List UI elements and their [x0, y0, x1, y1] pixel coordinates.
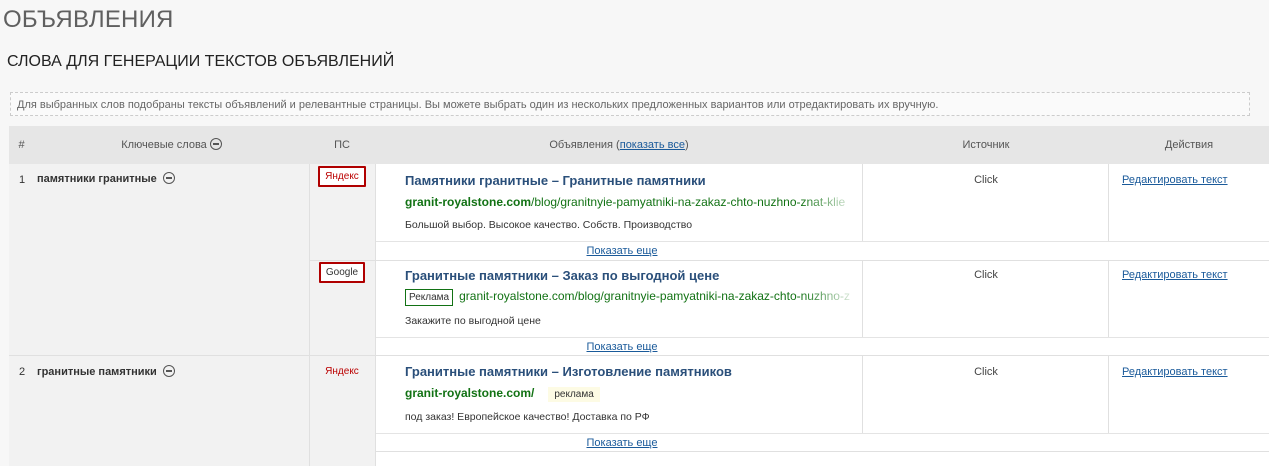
ad-2-1-url-domain: granit-royalstone.com/ [405, 386, 535, 400]
page-title: ОБЪЯВЛЕНИЯ [3, 6, 174, 33]
ad-1-1: Памятники гранитные – Гранитные памятник… [375, 164, 863, 241]
ad-1-1-edit-link[interactable]: Редактировать текст [1122, 174, 1228, 186]
ad-1-2-title[interactable]: Гранитные памятники – Заказ по выгодной … [405, 268, 719, 283]
ad-1-2-edit-link[interactable]: Редактировать текст [1122, 269, 1228, 281]
row-1-left [9, 164, 309, 355]
ad-1-1-more-link[interactable]: Показать еще [587, 245, 658, 257]
ad-1-1-url-domain: granit-royalstone.com [405, 195, 532, 209]
row-1-keyword: памятники гранитные [37, 172, 307, 192]
header-ps: ПС [309, 126, 375, 164]
row-1-num: 1 [19, 174, 26, 186]
ad-1-1-url-path: /blog/granitnyie-pamyatniki-na-zakaz-cht… [531, 195, 846, 209]
row-2-num: 2 [19, 366, 26, 378]
ad-1-1-url[interactable]: granit-royalstone.com/blog/granitnyie-pa… [405, 195, 860, 209]
ad-1-2-more-link[interactable]: Показать еще [587, 341, 658, 353]
header-ads-suffix: ) [684, 139, 689, 151]
ps-google-label-1: Google [318, 262, 366, 283]
ad-2-1-edit-link[interactable]: Редактировать текст [1122, 366, 1228, 378]
ad-2-1-tag: реклама [548, 387, 600, 402]
row-2-keyword-text: гранитные памятники [37, 366, 157, 378]
ad-1-2-source: Click [974, 269, 998, 281]
ad-1-2-desc: Закажите по выгодной цене [405, 315, 541, 327]
ps-yandex-1: Яндекс [309, 166, 375, 187]
header-keywords-label: Ключевые слова [121, 139, 207, 151]
ps-yandex-2: Яндекс [325, 366, 359, 377]
header-source: Источник [863, 126, 1109, 164]
ps-google-1: Google [309, 262, 375, 283]
ad-2-1-more: Показать еще [375, 433, 1269, 452]
header-ads-prefix: Объявления ( [549, 139, 620, 151]
ad-2-1: Гранитные памятники – Изготовление памят… [375, 356, 863, 433]
ad-1-2-badge: Реклама [405, 289, 454, 306]
ad-1-1-source: Click [974, 174, 998, 186]
ad-1-2: Гранитные памятники – Заказ по выгодной … [375, 260, 863, 337]
ad-2-1-desc: под заказ! Европейское качество! Доставк… [405, 411, 650, 423]
ad-2-1-more-link[interactable]: Показать еще [587, 437, 658, 449]
ad-1-2-url[interactable]: Реклама granit-royalstone.com/blog/granit… [405, 289, 860, 306]
section-title: СЛОВА ДЛЯ ГЕНЕРАЦИИ ТЕКСТОВ ОБЪЯВЛЕНИЙ [7, 53, 395, 70]
row-1-collapse-icon[interactable] [162, 172, 175, 184]
ad-1-1-action: Редактировать текст [1122, 174, 1269, 186]
ad-1-2-url-path: granit-royalstone.com/blog/granitnyie-pa… [459, 289, 850, 303]
row-1-keyword-text: памятники гранитные [37, 173, 157, 185]
header-actions: Действия [1109, 126, 1269, 164]
row-2-keyword: гранитные памятники [37, 365, 307, 385]
ad-2-1-url[interactable]: granit-royalstone.com/реклама [405, 386, 860, 402]
header-ads: Объявления (показать все) [375, 126, 863, 164]
ad-1-1-title[interactable]: Памятники гранитные – Гранитные памятник… [405, 173, 706, 188]
collapse-all-icon[interactable] [209, 138, 222, 150]
show-all-link[interactable]: показать все [620, 139, 685, 151]
ad-2-1-action: Редактировать текст [1122, 366, 1269, 378]
ad-1-1-more: Показать еще [375, 241, 1269, 260]
ad-1-2-action: Редактировать текст [1122, 269, 1269, 281]
ad-1-2-more: Показать еще [375, 337, 1269, 356]
ad-1-1-desc: Большой выбор. Высокое качество. Собств.… [405, 219, 693, 231]
header-num: # [9, 126, 34, 164]
ad-2-1-source: Click [974, 366, 998, 378]
ads-table: # Ключевые слова ПС Объявления (показать… [9, 126, 1269, 466]
header-keywords: Ключевые слова [34, 126, 309, 164]
ad-2-1-title[interactable]: Гранитные памятники – Изготовление памят… [405, 364, 732, 379]
info-box: Для выбранных слов подобраны тексты объя… [10, 92, 1250, 116]
row-2-collapse-icon[interactable] [162, 365, 175, 377]
ps-yandex-label-1: Яндекс [318, 166, 366, 187]
